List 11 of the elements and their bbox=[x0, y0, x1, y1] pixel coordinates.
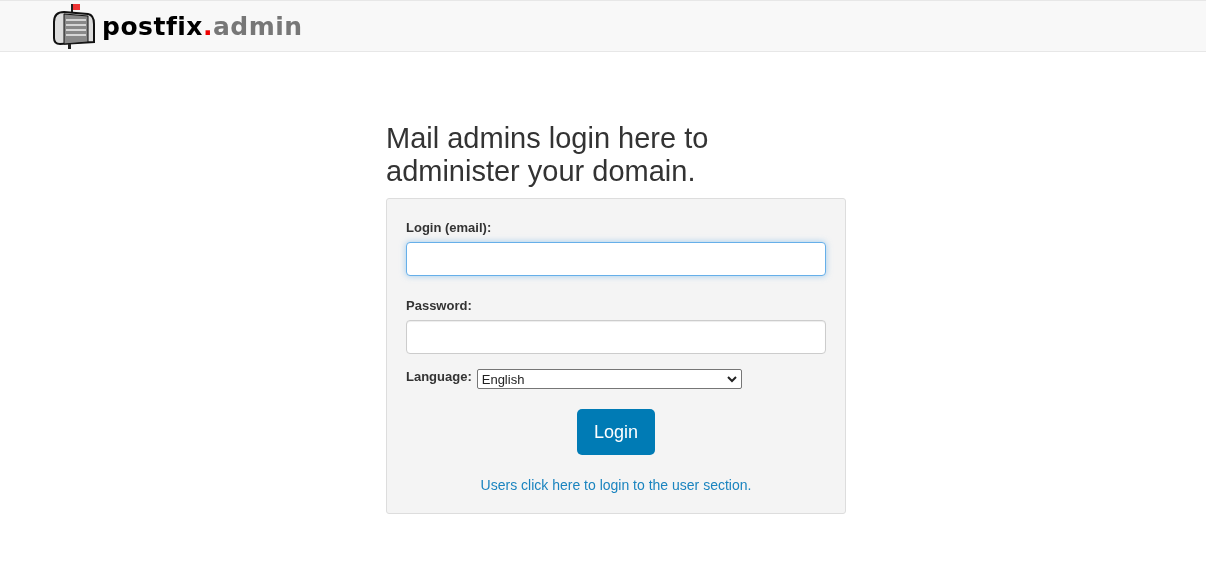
page-heading: Mail admins login here to administer your domain. bbox=[386, 122, 710, 188]
user-login-link[interactable]: Users click here to login to the user section. bbox=[480, 477, 752, 493]
login-button[interactable]: Login bbox=[576, 409, 655, 455]
input-field[interactable] bbox=[406, 320, 826, 354]
language-label: Language: bbox=[406, 369, 472, 384]
logo-text: postfix.admin bbox=[102, 11, 303, 41]
field-label: Password: bbox=[406, 298, 472, 313]
language-select[interactable]: English bbox=[476, 369, 742, 389]
input-field[interactable] bbox=[406, 242, 826, 276]
field-label: Login (email): bbox=[406, 220, 492, 235]
chevron-down-icon bbox=[726, 375, 737, 383]
